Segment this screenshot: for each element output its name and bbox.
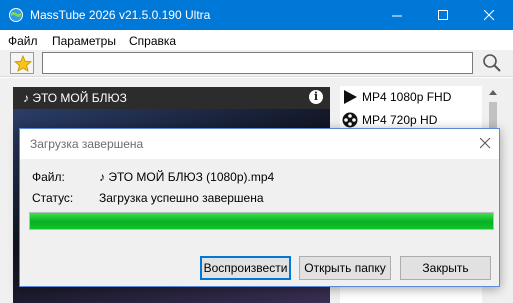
globe-icon xyxy=(8,7,24,23)
window-titlebar: MassTube 2026 v21.5.0.190 Ultra xyxy=(0,0,513,30)
play-button[interactable]: Воспроизвести xyxy=(200,256,291,280)
film-reel-icon xyxy=(342,112,358,128)
close-button[interactable]: Закрыть xyxy=(400,256,491,280)
format-label: MP4 1080p FHD xyxy=(362,90,452,104)
menu-help[interactable]: Справка xyxy=(129,34,176,48)
play-icon xyxy=(342,89,358,105)
dialog-titlebar: Загрузка завершена xyxy=(20,129,499,159)
menu-file[interactable]: Файл xyxy=(8,34,38,48)
video-title: ♪ ЭТО МОЙ БЛЮЗ xyxy=(23,91,127,105)
favorites-button[interactable] xyxy=(10,52,34,74)
star-icon xyxy=(14,55,32,72)
close-icon[interactable] xyxy=(467,0,513,30)
dialog-title: Загрузка завершена xyxy=(30,137,144,151)
download-complete-dialog: Загрузка завершена Файл: ♪ ЭТО МОЙ БЛЮЗ … xyxy=(19,128,500,287)
file-name: ♪ ЭТО МОЙ БЛЮЗ (1080p).mp4 xyxy=(99,170,275,184)
toolbar xyxy=(0,50,513,77)
status-label: Статус: xyxy=(32,191,74,205)
menu-settings[interactable]: Параметры xyxy=(52,34,116,48)
progress-fill xyxy=(30,213,493,229)
file-label: Файл: xyxy=(32,170,65,184)
scroll-up-icon[interactable] xyxy=(489,90,497,95)
maximize-icon[interactable] xyxy=(421,0,467,30)
search-icon xyxy=(483,54,501,72)
close-icon xyxy=(480,138,491,149)
dialog-close-button[interactable] xyxy=(470,129,500,159)
open-folder-button[interactable]: Открыть папку xyxy=(299,256,391,280)
info-icon[interactable]: i xyxy=(309,90,323,104)
url-input[interactable] xyxy=(42,52,473,74)
format-label: MP4 720p HD xyxy=(362,113,438,127)
video-header: ♪ ЭТО МОЙ БЛЮЗ i xyxy=(13,87,330,109)
status-text: Загрузка успешно завершена xyxy=(99,191,264,205)
minimize-icon[interactable] xyxy=(375,0,421,30)
menu-bar: Файл Параметры Справка xyxy=(0,30,513,50)
search-button[interactable] xyxy=(481,52,505,74)
format-item[interactable]: MP4 1080p FHD xyxy=(340,86,482,108)
window-title: MassTube 2026 v21.5.0.190 Ultra xyxy=(30,8,211,22)
download-progress-bar xyxy=(29,212,494,230)
